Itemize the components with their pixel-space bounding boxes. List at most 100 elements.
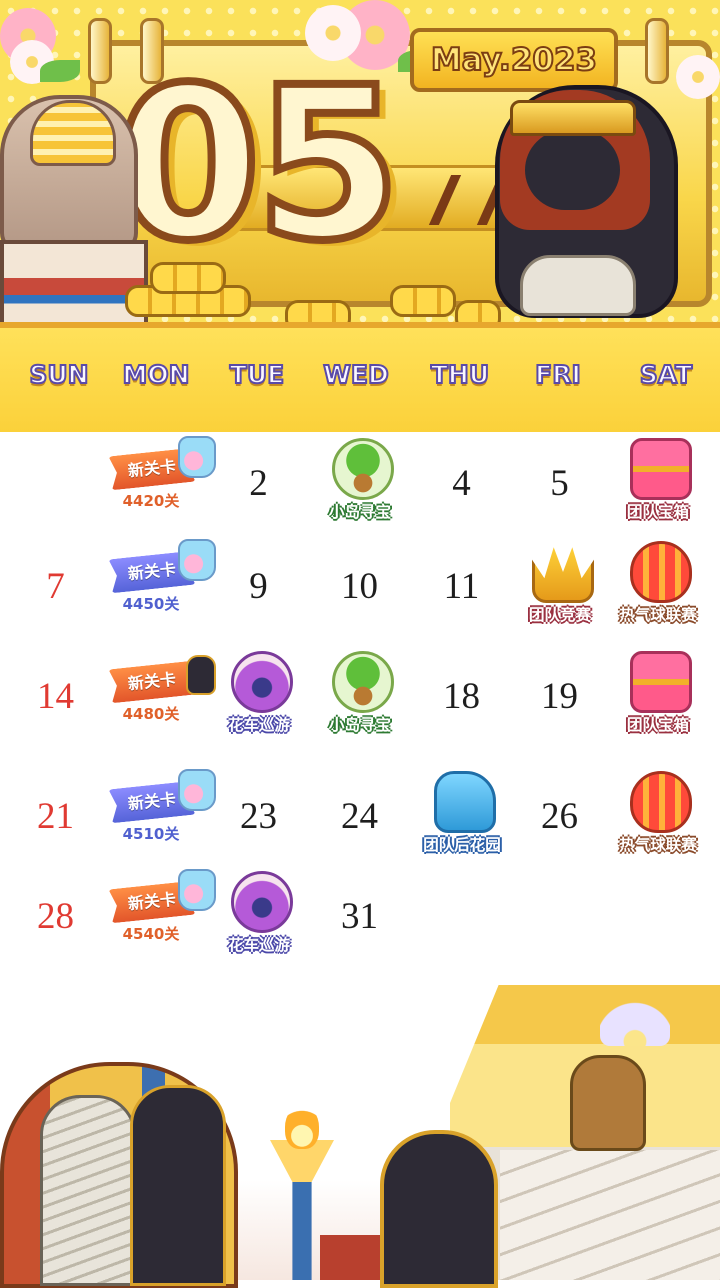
calendar-day-cell: 新关卡 4480关 [106, 645, 216, 745]
weekday-thu: THU [430, 359, 490, 390]
calendar-day-cell: 10 [308, 535, 411, 635]
day-number: 9 [249, 566, 268, 607]
level-number: 4480关 [122, 705, 180, 723]
mummy-character [40, 1095, 136, 1286]
event-label: 热气球联赛 [619, 606, 697, 624]
anubis-cat-character [380, 1130, 498, 1288]
watering-can-icon[interactable] [434, 771, 496, 833]
level-number: 4420关 [122, 492, 180, 510]
treasure-chest-icon[interactable] [630, 651, 692, 713]
day-number: 7 [46, 566, 65, 607]
gold-coins-pile [390, 285, 456, 317]
calendar-day-cell: 24 [308, 765, 411, 865]
calendar-day-cell: 7 [4, 535, 107, 635]
calendar-day-cell: 新关卡 4450关 [106, 535, 216, 635]
event-label: 团队宝箱 [626, 503, 689, 521]
day-number: 21 [37, 796, 74, 837]
pharaoh-cat-crown [510, 100, 636, 136]
weekday-sat: SAT [639, 359, 693, 390]
event-label: 小岛寻宝 [328, 716, 391, 734]
level-number: 4540关 [122, 925, 180, 943]
torch-flame [285, 1105, 319, 1149]
calendar-day-cell: 23 [207, 765, 310, 865]
crown-icon[interactable] [532, 547, 594, 603]
horus-falcon-statue [570, 1055, 646, 1151]
day-number: 14 [37, 676, 74, 717]
calendar-day-cell: 28 [4, 865, 107, 965]
flower-float-icon[interactable] [231, 651, 293, 713]
event-label: 团队宝箱 [626, 716, 689, 734]
flower-float-icon[interactable] [231, 871, 293, 933]
sphinx-pedestal [0, 240, 148, 330]
event-label: 花车巡游 [227, 936, 290, 954]
day-number: 11 [443, 566, 480, 607]
calendar-day-cell: 26 [508, 765, 611, 865]
day-number: 24 [341, 796, 378, 837]
level-number: 4510关 [122, 825, 180, 843]
day-number: 26 [541, 796, 578, 837]
day-number: 31 [341, 896, 378, 937]
binder-ring [645, 18, 669, 84]
calendar-day-cell: 新关卡 4510关 [106, 765, 216, 865]
month-year-label: May.2023 [410, 28, 618, 92]
calendar-day-cell: 团队宝箱 [606, 432, 709, 532]
calendar-day-cell: 14 [4, 645, 107, 745]
event-label: 花车巡游 [227, 716, 290, 734]
calendar-day-cell: 团队后花园 [410, 765, 513, 865]
pharaoh-cat-robe [520, 255, 636, 316]
day-number: 5 [550, 463, 569, 504]
palm-island-icon[interactable] [332, 651, 394, 713]
palm-island-icon[interactable] [332, 438, 394, 500]
day-number: 4 [452, 463, 471, 504]
event-label: 小岛寻宝 [328, 503, 391, 521]
calendar-day-cell: 31 [308, 865, 411, 965]
white-flower-decoration [676, 55, 720, 99]
lotus-flower [600, 1000, 670, 1046]
sphinx-headdress [30, 100, 116, 166]
event-label: 团队后花园 [423, 836, 501, 854]
calendar-day-cell: 5 [508, 432, 611, 532]
calendar-day-cell: 花车巡游 [207, 865, 310, 965]
calendar-day-cell: 4 [410, 432, 513, 532]
day-number: 28 [37, 896, 74, 937]
level-number: 4450关 [122, 595, 180, 613]
calendar-day-cell: 9 [207, 535, 310, 635]
calendar-day-cell: 18 [410, 645, 513, 745]
hot-air-balloon-icon[interactable] [630, 541, 692, 603]
day-number: 19 [541, 676, 578, 717]
temple-steps [500, 1150, 720, 1280]
hot-air-balloon-icon[interactable] [630, 771, 692, 833]
weekday-tue: TUE [229, 359, 285, 390]
calendar-day-cell: 21 [4, 765, 107, 865]
weekday-mon: MON [121, 359, 190, 390]
day-number: 10 [341, 566, 378, 607]
calendar-day-cell: 11 [410, 535, 513, 635]
weekday-sun: SUN [28, 359, 89, 390]
calendar-header: 05 May.2023 [0, 0, 720, 330]
weekday-wed: WED [322, 359, 389, 390]
calendar-day-cell: 小岛寻宝 [308, 645, 411, 745]
day-number: 23 [240, 796, 277, 837]
calendar-day-cell: 热气球联赛 [606, 765, 709, 865]
pharaoh-cat-face [525, 130, 620, 210]
calendar-day-cell: 2 [207, 432, 310, 532]
calendar-day-cell: 热气球联赛 [606, 535, 709, 635]
calendar-day-cell: 新关卡 4420关 [106, 432, 216, 532]
event-label: 热气球联赛 [619, 836, 697, 854]
new-level-ribbon[interactable]: 新关卡 [108, 661, 195, 704]
calendar-day-cell: 团队宝箱 [606, 645, 709, 745]
calendar-day-cell: 团队竞赛 [508, 535, 611, 635]
leaf-decoration [40, 60, 80, 82]
weekday-bar: SUN MON TUE WED THU FRI SAT [0, 322, 720, 432]
gold-coins-pile [150, 262, 226, 294]
calendar-day-cell: 19 [508, 645, 611, 745]
month-number: 05 [111, 42, 405, 287]
calendar-day-cell: 小岛寻宝 [308, 432, 411, 532]
weekday-fri: FRI [534, 359, 582, 390]
day-number: 2 [249, 463, 268, 504]
treasure-chest-icon[interactable] [630, 438, 692, 500]
pharaoh-cat-sarcophagus [130, 1085, 226, 1286]
calendar-day-cell: 新关卡 4540关 [106, 865, 216, 965]
calendar-day-cell: 花车巡游 [207, 645, 310, 745]
day-number: 18 [443, 676, 480, 717]
